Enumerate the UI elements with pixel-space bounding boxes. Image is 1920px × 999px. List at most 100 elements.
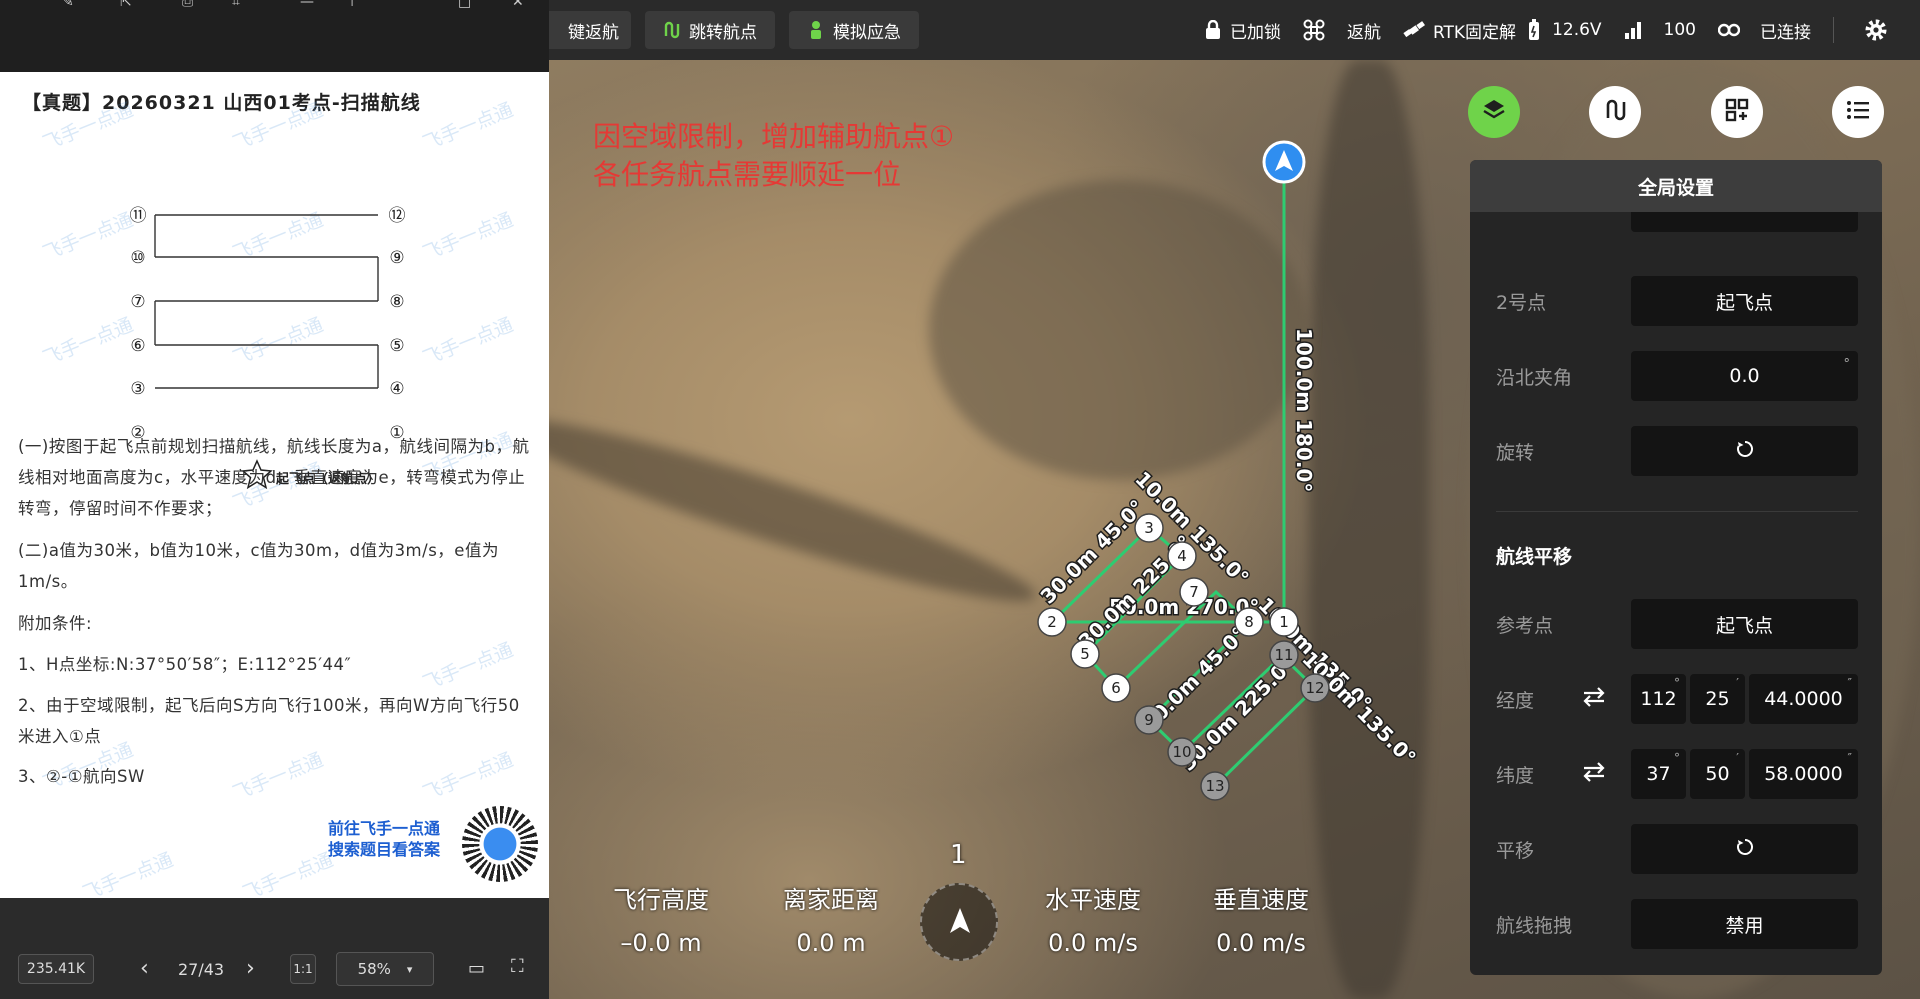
waypoint-marker[interactable]: 9 (1134, 705, 1164, 735)
layout-icon[interactable]: ▭ (468, 958, 485, 979)
watermark: 飞手一点通 (79, 848, 177, 898)
paragraph-1: (一)按图于起飞点前规划扫描航线，航线长度为a，航线间隔为b，航线相对地面高度为… (18, 437, 530, 518)
waypoint-marker[interactable]: 7 (1179, 577, 1209, 607)
lock-status[interactable]: 已加锁 (1204, 18, 1281, 43)
home-point-icon[interactable] (1262, 140, 1306, 184)
waypoint-marker[interactable]: 10 (1167, 737, 1197, 767)
document-page[interactable]: 【真题】20260321 山西01考点-扫描航线 飞手一点通 飞手一点通 飞手一… (0, 72, 549, 898)
hspeed-readout: 水平速度 0.0 m/s (1030, 880, 1156, 957)
prev-page-button[interactable]: ‹ (140, 956, 149, 981)
list-button[interactable] (1832, 86, 1884, 138)
waypoint-marker[interactable]: 5 (1070, 639, 1100, 669)
simulate-emergency-label: 模拟应急 (833, 22, 901, 43)
reference-select[interactable]: 起飞点 (1631, 599, 1858, 649)
actual-size-button[interactable]: 1:1 (290, 954, 316, 984)
settings-button[interactable] (1864, 18, 1896, 42)
waypoint-marker[interactable]: 11 (1269, 640, 1299, 670)
qr-caption: 前往飞手一点通 搜索题目看答案 (328, 818, 440, 860)
layers-button[interactable] (1468, 86, 1520, 138)
latitude-row: 纬度 37 ° 50 ′ 58.0000 ″ (1496, 749, 1858, 799)
drag-select[interactable]: 禁用 (1631, 899, 1858, 949)
translate-label: 平移 (1496, 839, 1535, 862)
reference-row: 参考点 起飞点 (1496, 599, 1858, 649)
route-button[interactable] (1589, 86, 1641, 138)
compass[interactable] (920, 883, 998, 961)
translate-button[interactable] (1631, 824, 1858, 874)
latitude-degree-input[interactable]: 37 ° (1631, 749, 1686, 799)
connection-status[interactable]: 已连接 (1718, 18, 1811, 43)
minute-mark: ′ (1736, 676, 1739, 690)
vspeed-readout: 垂直速度 0.0 m/s (1198, 880, 1324, 957)
maximize-icon[interactable]: □ (458, 0, 471, 10)
pin-icon[interactable]: ⊤ (346, 0, 358, 10)
swap-icon[interactable] (1581, 686, 1607, 712)
longitude-minute-input[interactable]: 25 ′ (1690, 674, 1745, 724)
return-mode-status[interactable]: 返航 (1303, 18, 1381, 43)
return-home-button[interactable]: 键返航 (549, 11, 631, 49)
drag-row: 航线拖拽 禁用 (1496, 899, 1858, 949)
waypoint-marker[interactable]: 2 (1037, 607, 1067, 637)
drone-icon (1303, 19, 1325, 41)
distance-readout: 离家距离 0.0 m (768, 880, 894, 957)
waypoint-marker[interactable]: 8 (1234, 607, 1264, 637)
latitude-minute-input[interactable]: 50 ′ (1690, 749, 1745, 799)
swap-icon[interactable] (1581, 761, 1607, 787)
reference-value: 起飞点 (1715, 614, 1773, 637)
waypoint-marker[interactable]: 6 (1101, 673, 1131, 703)
degree-mark: ° (1674, 676, 1680, 690)
route-label-group: 100.0m 180.0° 30.0m 45.0° 10.0m 135.0° 5… (1034, 327, 1422, 778)
fullscreen-icon[interactable]: ⛶ (511, 956, 524, 977)
battery-voltage: 12.6V (1552, 20, 1602, 40)
waypoint-marker[interactable]: 3 (1134, 513, 1164, 543)
point2-select[interactable]: 起飞点 (1631, 276, 1858, 326)
route-icon (1603, 98, 1627, 126)
latitude-degree: 37 (1646, 763, 1671, 785)
latitude-second-input[interactable]: 58.0000 ″ (1749, 749, 1858, 799)
simulate-emergency-button[interactable]: 模拟应急 (789, 11, 919, 49)
longitude-degree-input[interactable]: 112 ° (1631, 674, 1686, 724)
zoom-value: 58% (357, 960, 391, 978)
edit-icon[interactable]: ✎ (62, 0, 74, 10)
minimize-icon[interactable]: — (300, 0, 314, 10)
waypoint-marker[interactable]: 13 (1200, 771, 1230, 801)
altitude-readout: 飞行高度 –0.0 m (598, 880, 724, 957)
north-angle-input[interactable]: 0.0 ° (1631, 351, 1858, 401)
rtk-status[interactable]: RTK固定解 (1403, 18, 1516, 43)
distance-label: 离家距离 (783, 886, 879, 914)
waypoint-marker[interactable]: 1 (1269, 607, 1299, 637)
lock-status-label: 已加锁 (1229, 22, 1281, 43)
qr-code[interactable] (462, 806, 538, 882)
page-indicator[interactable]: 27/43 (178, 960, 224, 979)
rtk-status-label: RTK固定解 (1432, 22, 1517, 43)
print-icon[interactable]: ⎙ (182, 0, 193, 10)
second-mark: ″ (1847, 676, 1852, 690)
degree-unit: ° (1843, 357, 1851, 372)
minute-mark: ′ (1736, 751, 1739, 765)
annotation-line-2: 各任务航点需要顺延一位 (593, 158, 902, 191)
scrolled-field (1631, 212, 1858, 232)
emergency-icon (807, 20, 825, 40)
longitude-second-input[interactable]: 44.0000 ″ (1749, 674, 1858, 724)
next-page-button[interactable]: › (246, 956, 255, 981)
zoom-select[interactable]: 58% ▾ (336, 952, 434, 986)
translate-row: 平移 (1496, 824, 1858, 874)
grid-button[interactable] (1711, 86, 1763, 138)
waypoint-marker[interactable]: 12 (1300, 673, 1330, 703)
hspeed-value: 0.0 m/s (1048, 929, 1138, 957)
share-icon[interactable]: ⇱ (120, 0, 132, 10)
panel-title: 全局设置 (1470, 160, 1882, 212)
waypoint-marker[interactable]: 4 (1167, 541, 1197, 571)
altitude-value: –0.0 m (620, 929, 702, 957)
gear-icon (1864, 18, 1888, 42)
longitude-row: 经度 112 ° 25 ′ 44.0000 ″ (1496, 674, 1858, 724)
close-icon[interactable]: ✕ (512, 0, 524, 10)
crop-icon[interactable]: ⌗ (232, 0, 240, 10)
rotate-button[interactable] (1631, 426, 1858, 476)
jump-waypoint-button[interactable]: 跳转航点 (645, 11, 775, 49)
leg-h-label: 10.0m 135.0° (1297, 647, 1420, 770)
point2-value: 起飞点 (1715, 291, 1773, 314)
return-mode-label: 返航 (1346, 22, 1381, 43)
battery-status: 12.6V (1528, 19, 1602, 41)
status-bar: 已加锁 返航 RTK固定解 12.6V 100 已连接 (1182, 17, 1920, 43)
return-home-label: 键返航 (568, 22, 619, 43)
